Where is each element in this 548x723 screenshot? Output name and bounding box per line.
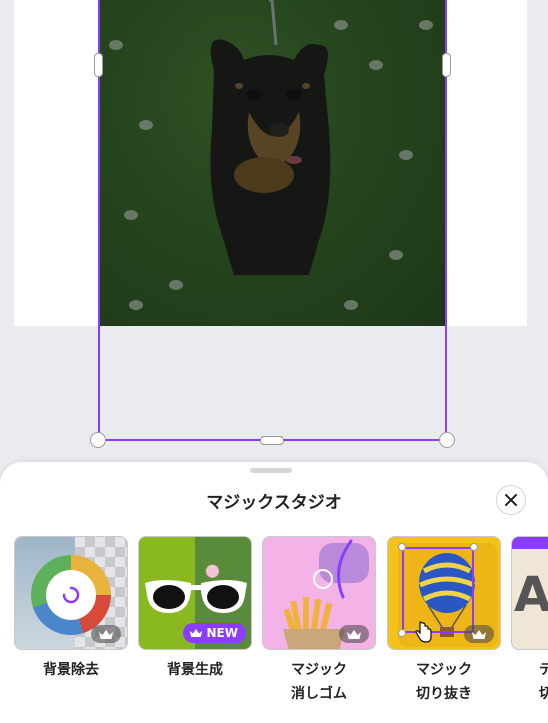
sunglasses-icon [145,580,247,613]
crown-icon [472,629,486,639]
premium-crown-badge [91,625,121,643]
selection-frame[interactable] [98,0,447,441]
hand-cursor-icon [415,621,432,643]
tool-thumbnail [387,536,501,650]
resize-handle-bottom-right[interactable] [439,432,455,448]
tool-label: マジック 切り抜き [416,662,472,702]
sheet-grabber[interactable] [250,468,292,473]
close-button[interactable] [496,485,526,515]
tool-label: マジック 消しゴム [291,662,347,702]
tool-label: 背景除去 [43,662,99,678]
close-icon [505,494,517,506]
tool-thumbnail: A [511,536,548,650]
sheet-title: マジックスタジオ [206,493,342,513]
tool-background-generator[interactable]: NEW 背景生成 [138,536,252,682]
resize-handle-right[interactable] [442,53,451,77]
tool-magic-eraser[interactable]: マジック 消しゴム [262,536,376,706]
loading-spinner [46,570,96,620]
new-badge-label: NEW [206,626,238,640]
tool-magic-text[interactable]: A テ 切 [511,536,548,706]
tool-magic-grab[interactable]: マジック 切り抜き [387,536,501,706]
crown-icon [99,629,113,639]
resize-handle-bottom-left[interactable] [90,432,106,448]
tool-thumbnail [14,536,128,650]
selection-box [402,547,474,633]
magic-studio-sheet: マジックスタジオ 背景除去 NEW 背景生成 マジック 消しゴム マジック 切り… [0,462,548,723]
spinner-icon [62,586,80,604]
text-sample-glyph: A [514,567,548,623]
fries-icon [283,597,345,649]
premium-crown-badge [464,625,494,643]
premium-crown-badge [339,625,369,643]
crown-icon [189,629,202,637]
eraser-cursor [313,569,333,589]
tool-label: 背景生成 [167,662,223,678]
tool-thumbnail: NEW [138,536,252,650]
resize-handle-bottom[interactable] [260,436,284,445]
tool-label: テ 切 [539,662,548,702]
crown-icon [347,629,361,639]
new-badge: NEW [182,623,246,643]
tool-thumbnail [262,536,376,650]
resize-handle-left[interactable] [94,53,103,77]
tool-carousel[interactable]: 背景除去 NEW 背景生成 マジック 消しゴム マジック 切り抜き A テ 切 [0,536,548,716]
tool-background-remover[interactable]: 背景除去 [14,536,128,682]
